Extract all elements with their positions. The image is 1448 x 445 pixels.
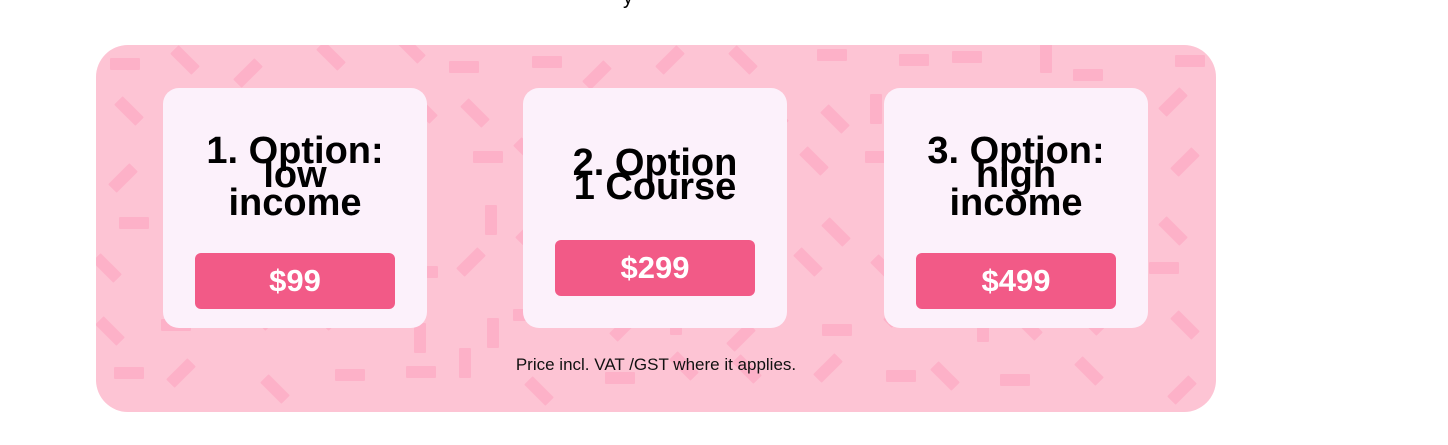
option-title: 1. Option: low income	[163, 132, 427, 222]
price-button-99[interactable]: $99	[195, 253, 395, 309]
pricing-panel: 1. Option: low income $99 2. Option 1 Co…	[96, 45, 1216, 412]
pricing-card-low-income: 1. Option: low income $99	[163, 88, 427, 328]
price-button-299[interactable]: $299	[555, 240, 755, 296]
option-title: 2. Option 1 Course	[523, 144, 787, 206]
pricing-card-high-income: 3. Option: high income $499	[884, 88, 1148, 328]
option-title-line: income	[949, 182, 1083, 224]
cropped-heading-fragment: y	[618, 0, 638, 8]
option-title-line: 1 Course	[573, 166, 737, 208]
pricing-card-one-course: 2. Option 1 Course $299	[523, 88, 787, 328]
price-button-499[interactable]: $499	[916, 253, 1116, 309]
option-title-line: income	[228, 182, 362, 224]
price-footnote: Price incl. VAT /GST where it applies.	[515, 355, 797, 374]
option-title: 3. Option: high income	[884, 132, 1148, 222]
